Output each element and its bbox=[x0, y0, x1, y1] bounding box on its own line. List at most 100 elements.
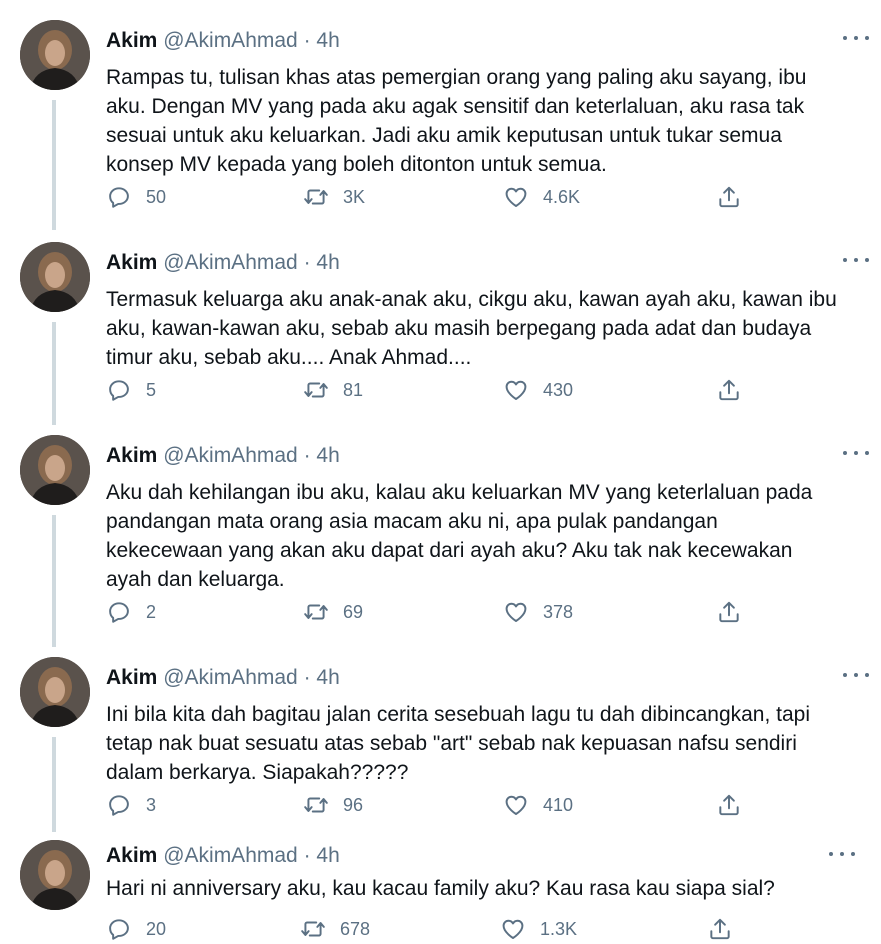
like-count: 378 bbox=[543, 601, 574, 622]
retweet-button[interactable]: 96 bbox=[303, 790, 363, 820]
retweet-button[interactable]: 678 bbox=[300, 914, 370, 944]
share-icon bbox=[719, 601, 739, 623]
share-button[interactable] bbox=[716, 597, 742, 627]
like-button[interactable]: 410 bbox=[503, 790, 573, 820]
timestamp[interactable]: 4h bbox=[316, 251, 339, 274]
more-icon[interactable] bbox=[843, 443, 869, 463]
display-name[interactable]: Akim bbox=[106, 844, 157, 867]
heart-icon bbox=[505, 187, 527, 207]
tweet-text: Aku dah kehilangan ibu aku, kalau aku ke… bbox=[106, 481, 813, 591]
reply-icon bbox=[109, 919, 129, 940]
avatar[interactable] bbox=[20, 242, 90, 312]
reply-button[interactable]: 20 bbox=[106, 914, 166, 944]
like-button[interactable]: 430 bbox=[503, 375, 573, 405]
reply-icon bbox=[109, 380, 129, 401]
tweet-header: Akim @AkimAhmad · 4h bbox=[106, 665, 340, 691]
more-icon[interactable] bbox=[843, 28, 869, 48]
heart-icon bbox=[505, 602, 527, 622]
user-handle[interactable]: @AkimAhmad bbox=[163, 844, 298, 867]
reply-button[interactable]: 5 bbox=[106, 375, 156, 405]
tweet-actions: 2 69 378 bbox=[106, 597, 756, 627]
tweet-text: Termasuk keluarga aku anak-anak aku, cik… bbox=[106, 288, 837, 369]
separator: · bbox=[303, 29, 311, 52]
like-button[interactable]: 378 bbox=[503, 597, 573, 627]
avatar[interactable] bbox=[20, 840, 90, 910]
user-handle[interactable]: @AkimAhmad bbox=[163, 29, 298, 52]
separator: · bbox=[303, 444, 311, 467]
separator: · bbox=[303, 666, 311, 689]
reply-button[interactable]: 2 bbox=[106, 597, 156, 627]
tweet-header: Akim @AkimAhmad · 4h bbox=[106, 843, 340, 869]
user-handle[interactable]: @AkimAhmad bbox=[163, 251, 298, 274]
reply-icon bbox=[109, 187, 129, 208]
more-icon[interactable] bbox=[843, 250, 869, 270]
reply-icon bbox=[109, 602, 129, 623]
retweet-button[interactable]: 81 bbox=[303, 375, 363, 405]
tweet-actions: 5 81 430 bbox=[106, 375, 756, 405]
retweet-icon bbox=[301, 921, 325, 937]
heart-icon bbox=[502, 919, 524, 939]
display-name[interactable]: Akim bbox=[106, 251, 157, 274]
tweet[interactable]: Akim @AkimAhmad · 4h Rampas tu, tulisan … bbox=[0, 20, 881, 220]
like-count: 430 bbox=[543, 379, 574, 400]
share-icon bbox=[710, 918, 730, 940]
tweet-header: Akim @AkimAhmad · 4h bbox=[106, 28, 340, 54]
tweet[interactable]: Akim @AkimAhmad · 4h Termasuk keluarga a… bbox=[0, 242, 881, 422]
tweet[interactable]: Akim @AkimAhmad · 4h Aku dah kehilangan … bbox=[0, 435, 881, 645]
avatar[interactable] bbox=[20, 435, 90, 505]
like-button[interactable]: 1.3K bbox=[500, 914, 577, 944]
reply-button[interactable]: 3 bbox=[106, 790, 156, 820]
tweet-text: Hari ni anniversary aku, kau kacau famil… bbox=[106, 877, 775, 900]
retweet-count: 3K bbox=[343, 186, 366, 207]
tweet-text: Ini bila kita dah bagitau jalan cerita s… bbox=[106, 703, 811, 784]
avatar[interactable] bbox=[20, 20, 90, 90]
separator: · bbox=[303, 251, 311, 274]
more-icon[interactable] bbox=[829, 844, 855, 864]
share-button[interactable] bbox=[716, 790, 742, 820]
retweet-count: 678 bbox=[340, 918, 371, 939]
timestamp[interactable]: 4h bbox=[316, 444, 339, 467]
tweet[interactable]: Akim @AkimAhmad · 4h Hari ni anniversary… bbox=[0, 840, 881, 944]
retweet-count: 96 bbox=[343, 794, 364, 815]
tweet-header: Akim @AkimAhmad · 4h bbox=[106, 250, 340, 276]
avatar-image bbox=[20, 657, 90, 727]
tweet[interactable]: Akim @AkimAhmad · 4h Ini bila kita dah b… bbox=[0, 657, 881, 837]
reply-count: 50 bbox=[146, 186, 167, 207]
retweet-icon bbox=[304, 797, 328, 813]
retweet-button[interactable]: 69 bbox=[303, 597, 363, 627]
more-icon[interactable] bbox=[843, 665, 869, 685]
like-count: 1.3K bbox=[540, 918, 578, 939]
tweet-actions: 3 96 410 bbox=[106, 790, 756, 820]
share-icon bbox=[719, 794, 739, 816]
timestamp[interactable]: 4h bbox=[316, 29, 339, 52]
user-handle[interactable]: @AkimAhmad bbox=[163, 444, 298, 467]
timestamp[interactable]: 4h bbox=[316, 844, 339, 867]
retweet-icon bbox=[304, 604, 328, 620]
display-name[interactable]: Akim bbox=[106, 444, 157, 467]
avatar-image bbox=[20, 435, 90, 505]
tweet-actions: 20 678 1.3K bbox=[106, 914, 756, 944]
share-button[interactable] bbox=[716, 182, 742, 212]
reply-count: 20 bbox=[146, 918, 167, 939]
tweet-actions: 50 3K 4.6K bbox=[106, 182, 756, 212]
like-count: 4.6K bbox=[543, 186, 581, 207]
share-button[interactable] bbox=[707, 914, 733, 944]
display-name[interactable]: Akim bbox=[106, 29, 157, 52]
user-handle[interactable]: @AkimAhmad bbox=[163, 666, 298, 689]
reply-button[interactable]: 50 bbox=[106, 182, 166, 212]
share-button[interactable] bbox=[716, 375, 742, 405]
retweet-icon bbox=[304, 382, 328, 398]
tweet-header: Akim @AkimAhmad · 4h bbox=[106, 443, 340, 469]
retweet-count: 81 bbox=[343, 379, 364, 400]
display-name[interactable]: Akim bbox=[106, 666, 157, 689]
reply-count: 5 bbox=[146, 379, 157, 400]
timestamp[interactable]: 4h bbox=[316, 666, 339, 689]
avatar-image bbox=[20, 242, 90, 312]
like-button[interactable]: 4.6K bbox=[503, 182, 580, 212]
retweet-button[interactable]: 3K bbox=[303, 182, 365, 212]
separator: · bbox=[303, 844, 311, 867]
heart-icon bbox=[505, 380, 527, 400]
reply-count: 3 bbox=[146, 794, 157, 815]
reply-icon bbox=[109, 795, 129, 816]
avatar[interactable] bbox=[20, 657, 90, 727]
